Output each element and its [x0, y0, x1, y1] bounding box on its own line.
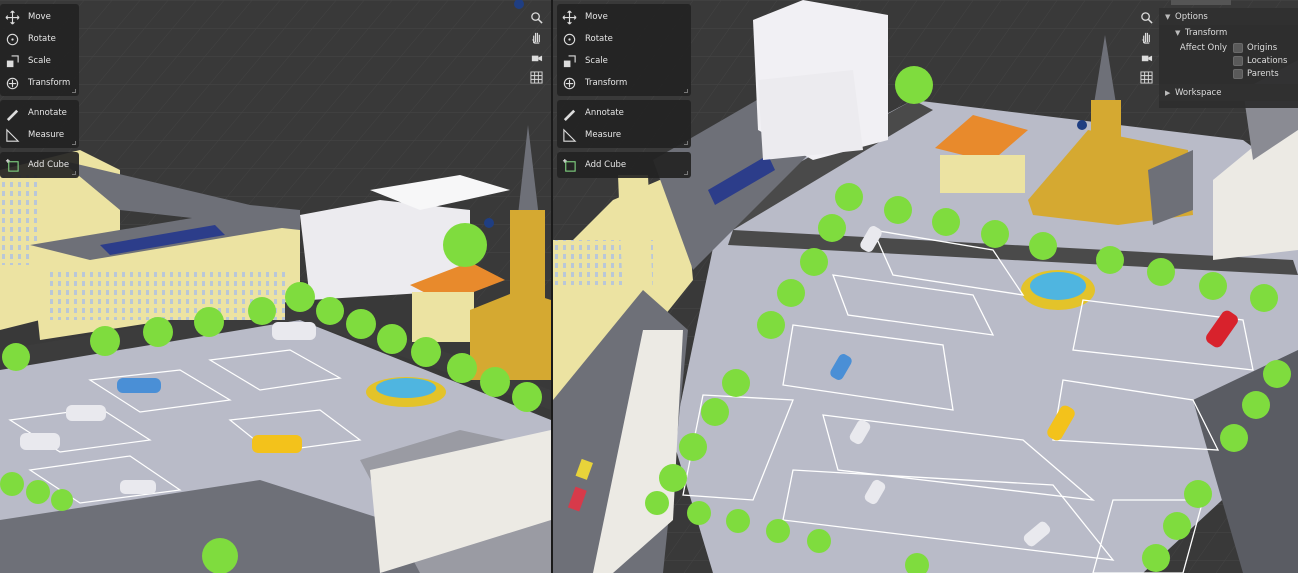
workspace-header[interactable]: ▶ Workspace [1159, 84, 1298, 101]
grid-button[interactable] [1138, 70, 1155, 85]
tool-rotate-label: Rotate [28, 34, 56, 44]
tool-add-cube-label: Add Cube [585, 160, 627, 170]
scale-icon [561, 53, 577, 69]
move-icon [4, 9, 20, 25]
tool-measure[interactable]: Measure [557, 124, 691, 146]
locations-checkbox[interactable] [1233, 55, 1243, 66]
pan-button[interactable] [1138, 30, 1155, 45]
tool-move[interactable]: Move [557, 6, 691, 28]
annotate-icon [561, 105, 577, 121]
viewport-right[interactable]: Move Rotate Scale Transform Annotate Mea… [553, 0, 1298, 573]
parents-checkbox[interactable] [1233, 68, 1243, 79]
tool-annotate-label: Annotate [28, 108, 67, 118]
add-tools-group-right: Add Cube [557, 152, 691, 178]
pan-hand-icon [532, 32, 540, 44]
tool-add-cube-label: Add Cube [28, 160, 70, 170]
move-icon [561, 9, 577, 25]
annotate-tools-group: Annotate Measure [0, 100, 79, 148]
options-panel: ▼ Options ▼ Transform Affect Only Origins … [1159, 8, 1298, 108]
tool-measure[interactable]: Measure [0, 124, 79, 146]
tool-transform-label: Transform [585, 78, 628, 88]
tool-add-cube[interactable]: Add Cube [0, 154, 79, 176]
blender-window: Move Rotate Scale Transform Annotate Mea… [0, 0, 1298, 573]
collapse-triangle-icon: ▶ [1165, 88, 1171, 97]
zoom-icon [1141, 12, 1153, 24]
add-cube-icon [4, 157, 20, 173]
annotate-icon [4, 105, 20, 121]
scale-icon [4, 53, 20, 69]
affect-only-row-parents: Parents [1159, 67, 1298, 80]
grid-button[interactable] [528, 70, 545, 85]
annotate-tools-group-right: Annotate Measure [557, 100, 691, 148]
tool-shelf-left: Move Rotate Scale Transform Annotate Mea… [0, 4, 79, 182]
zoom-button[interactable] [1138, 10, 1155, 25]
rotate-icon [561, 31, 577, 47]
transform-subheader[interactable]: ▼ Transform [1159, 25, 1298, 41]
city-scene-left [0, 0, 551, 573]
camera-button[interactable] [528, 50, 545, 65]
header-strip [1171, 0, 1231, 5]
origins-label: Origins [1247, 42, 1278, 53]
tool-annotate[interactable]: Annotate [0, 102, 79, 124]
tool-transform[interactable]: Transform [0, 72, 79, 94]
parents-label: Parents [1247, 68, 1279, 79]
tool-move[interactable]: Move [0, 6, 79, 28]
tool-scale-label: Scale [585, 56, 608, 66]
affect-only-row-locations: Locations [1159, 54, 1298, 67]
tool-scale[interactable]: Scale [0, 50, 79, 72]
transform-icon [4, 75, 20, 91]
tool-annotate-label: Annotate [585, 108, 624, 118]
grid-icon [1140, 71, 1153, 84]
transform-tools-group: Move Rotate Scale Transform [0, 4, 79, 96]
camera-button[interactable] [1138, 50, 1155, 65]
workspace-label: Workspace [1175, 87, 1222, 98]
pan-button[interactable] [528, 30, 545, 45]
origins-checkbox[interactable] [1233, 42, 1243, 53]
measure-icon [561, 127, 577, 143]
affect-only-row-origins: Affect Only Origins [1159, 41, 1298, 54]
tool-transform-label: Transform [28, 78, 71, 88]
options-label: Options [1175, 11, 1208, 22]
affect-only-label: Affect Only [1179, 42, 1227, 53]
rotate-icon [4, 31, 20, 47]
camera-icon [1141, 55, 1153, 62]
transform-icon [561, 75, 577, 91]
pan-hand-icon [1142, 32, 1150, 44]
tool-add-cube[interactable]: Add Cube [557, 154, 691, 176]
tool-move-label: Move [585, 12, 608, 22]
zoom-button[interactable] [528, 10, 545, 25]
add-cube-icon [561, 157, 577, 173]
tool-rotate[interactable]: Rotate [557, 28, 691, 50]
measure-icon [4, 127, 20, 143]
transform-label: Transform [1185, 28, 1228, 38]
transform-tools-group-right: Move Rotate Scale Transform [557, 4, 691, 96]
tool-move-label: Move [28, 12, 51, 22]
camera-icon [531, 55, 543, 62]
expand-triangle-icon: ▼ [1165, 12, 1171, 21]
tool-annotate[interactable]: Annotate [557, 102, 691, 124]
tool-measure-label: Measure [585, 130, 622, 140]
tool-shelf-right: Move Rotate Scale Transform Annotate Mea… [557, 4, 691, 182]
tool-rotate[interactable]: Rotate [0, 28, 79, 50]
locations-label: Locations [1247, 55, 1288, 66]
tool-rotate-label: Rotate [585, 34, 613, 44]
navigation-gizmo-left [528, 10, 545, 85]
zoom-icon [531, 12, 543, 24]
expand-triangle-icon: ▼ [1175, 29, 1181, 37]
options-header[interactable]: ▼ Options [1159, 8, 1298, 25]
navigation-gizmo-right [1138, 10, 1155, 85]
tool-scale-label: Scale [28, 56, 51, 66]
grid-icon [530, 71, 543, 84]
tool-measure-label: Measure [28, 130, 65, 140]
add-tools-group: Add Cube [0, 152, 79, 178]
viewport-left[interactable]: Move Rotate Scale Transform Annotate Mea… [0, 0, 551, 573]
tool-transform[interactable]: Transform [557, 72, 691, 94]
tool-scale[interactable]: Scale [557, 50, 691, 72]
